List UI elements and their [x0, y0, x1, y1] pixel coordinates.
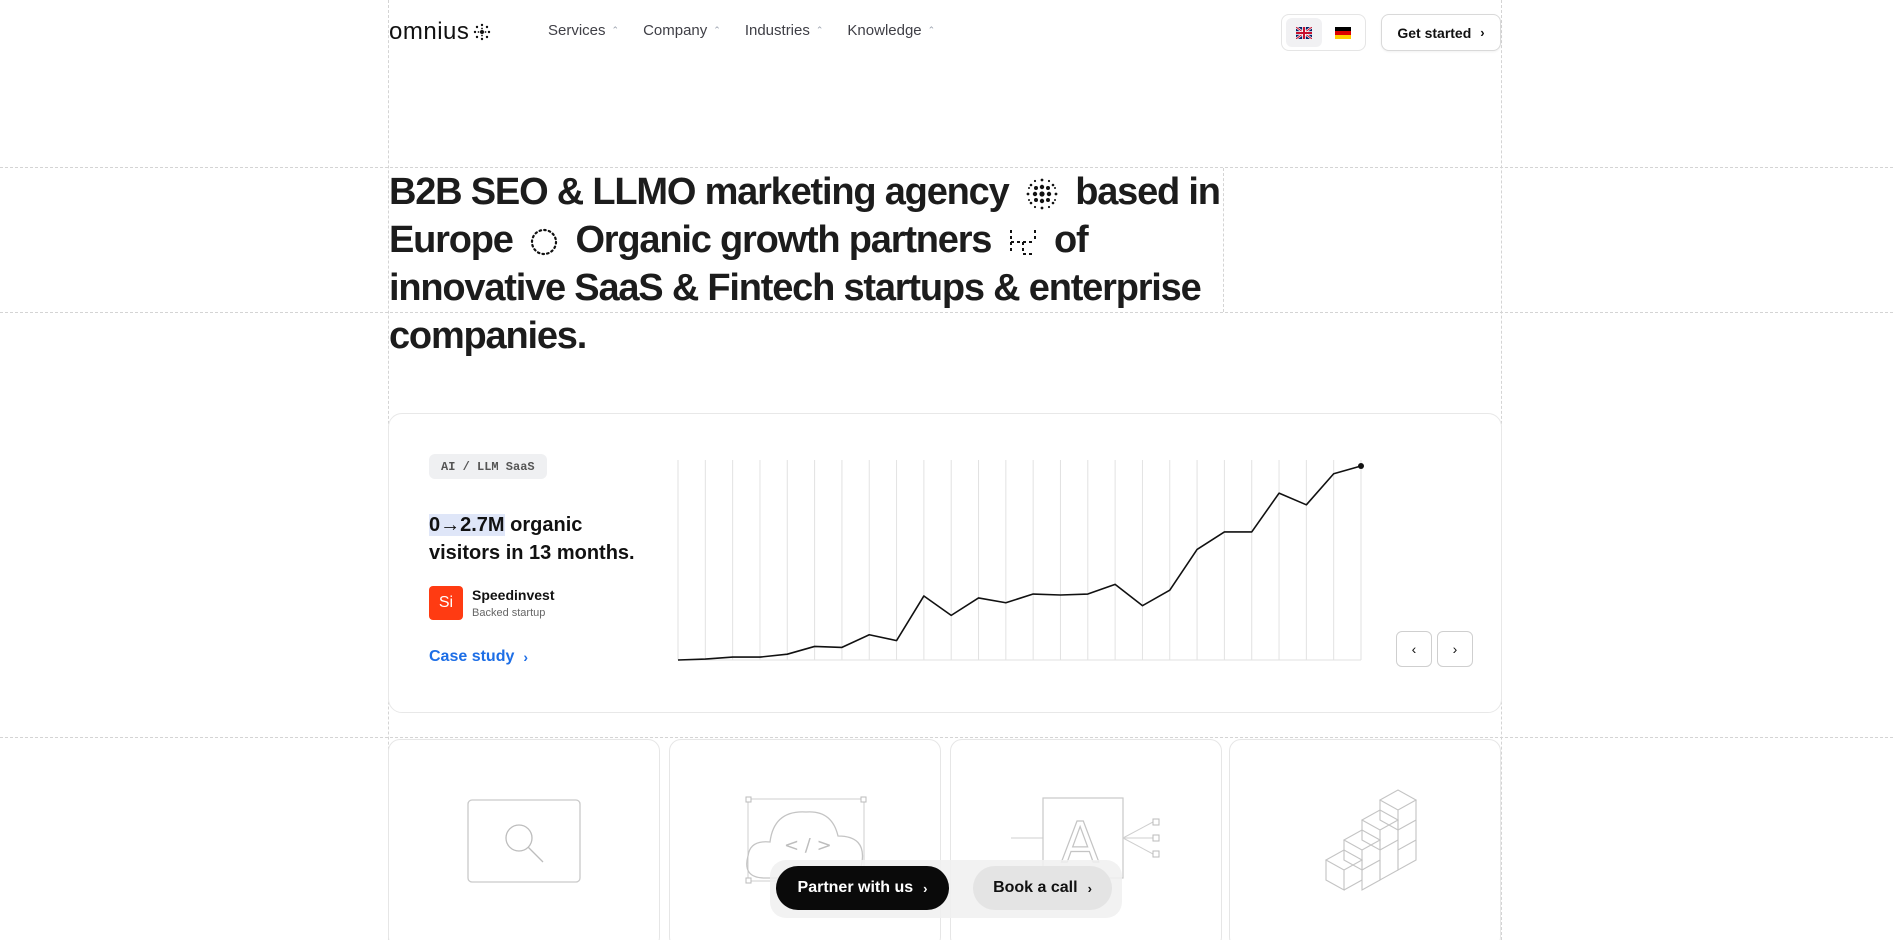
case-study-card: AI / LLM SaaS 0→2.7M organic visitors in… [388, 413, 1502, 713]
book-label: Book a call [993, 879, 1078, 896]
company-logo: Si [429, 586, 463, 620]
chevron-updown-icon: ⌃ [713, 25, 721, 35]
traffic-line-chart [677, 460, 1364, 661]
lang-de-button[interactable] [1326, 18, 1362, 47]
service-card-seo[interactable] [388, 739, 660, 940]
hero-text-3: Organic growth partners [575, 219, 992, 261]
traffic-endpoint [1358, 463, 1364, 469]
chevron-left-icon: ‹ [1411, 641, 1417, 657]
chevron-updown-icon: ⌃ [611, 25, 620, 35]
get-started-button[interactable]: Get started › [1381, 14, 1501, 51]
dotted-circle-icon [530, 228, 558, 256]
menu-industries[interactable]: Industries ⌃ [745, 22, 824, 39]
prev-case-button[interactable]: ‹ [1396, 631, 1432, 667]
partner-label: Partner with us [797, 879, 914, 896]
uk-flag-icon [1295, 26, 1312, 39]
guide-line-bottom [0, 737, 1893, 738]
get-started-label: Get started [1397, 24, 1472, 41]
company-info: Si Speedinvest Backed startup [429, 586, 554, 620]
cubes-stack-icon [1324, 789, 1418, 891]
menu-label: Company [643, 22, 708, 39]
chevron-right-icon: › [1452, 641, 1458, 657]
chevron-right-icon: › [1480, 25, 1485, 40]
company-name: Speedinvest [472, 587, 555, 603]
menu-knowledge[interactable]: Knowledge ⌃ [847, 22, 935, 39]
logo-dots-icon [474, 23, 491, 41]
chevron-updown-icon: ⌃ [815, 25, 824, 35]
logo-text: omnius [389, 18, 470, 45]
menu-label: Industries [744, 22, 810, 39]
company-subtitle: Backed startup [472, 607, 546, 619]
menu-label: Services [548, 22, 606, 39]
industry-tag: AI / LLM SaaS [429, 454, 547, 479]
case-study-link-label: Case study [429, 648, 515, 665]
top-nav: omnius Services ⌃ Company ⌃ Industries ⌃ [389, 0, 1502, 64]
case-headline: 0→2.7M organic visitors in 13 months. [429, 511, 659, 567]
hero-heading: B2B SEO & LLMO marketing agency based in… [389, 168, 1229, 360]
menu-company[interactable]: Company ⌃ [643, 22, 721, 39]
language-switcher [1281, 14, 1366, 51]
chevron-right-icon: › [923, 880, 928, 896]
search-window-icon [467, 799, 581, 883]
logo[interactable]: omnius [389, 18, 492, 45]
menu-label: Knowledge [847, 22, 922, 39]
chevron-updown-icon: ⌃ [927, 25, 936, 35]
case-study-link[interactable]: Case study › [429, 648, 528, 666]
partner-with-us-button[interactable]: Partner with us › [776, 866, 949, 910]
book-a-call-button[interactable]: Book a call › [973, 866, 1112, 910]
chevron-right-icon: › [1087, 880, 1092, 896]
hero-text-1: B2B SEO & LLMO marketing agency [389, 171, 1010, 213]
main-menu: Services ⌃ Company ⌃ Industries ⌃ Knowle… [548, 22, 959, 39]
lang-en-button[interactable] [1286, 18, 1322, 47]
svg-text:< / >: < / > [784, 835, 832, 856]
chevron-right-icon: › [523, 649, 529, 665]
menu-services[interactable]: Services ⌃ [548, 22, 619, 39]
metric-highlight: 0→2.7M [429, 514, 505, 536]
next-case-button[interactable]: › [1437, 631, 1473, 667]
dot-sphere-icon [1026, 178, 1058, 210]
service-card-growth[interactable] [1229, 739, 1501, 940]
company-text: Speedinvest Backed startup [472, 587, 554, 619]
germany-flag-icon [1335, 26, 1352, 39]
traffic-series-line [677, 465, 1362, 661]
dotted-grid-icon [1009, 229, 1036, 255]
